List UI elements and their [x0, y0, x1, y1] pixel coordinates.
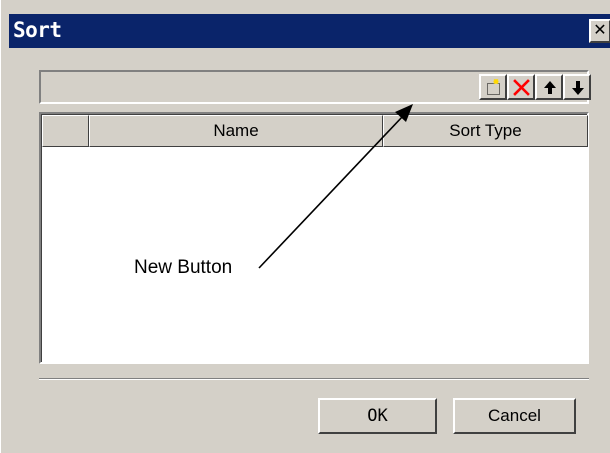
annotation-label: New Button	[134, 257, 233, 278]
annotation-arrow	[258, 104, 413, 269]
sort-dialog: Sort ✕ Name Sort Type OK Cancel New Butt…	[0, 0, 610, 453]
